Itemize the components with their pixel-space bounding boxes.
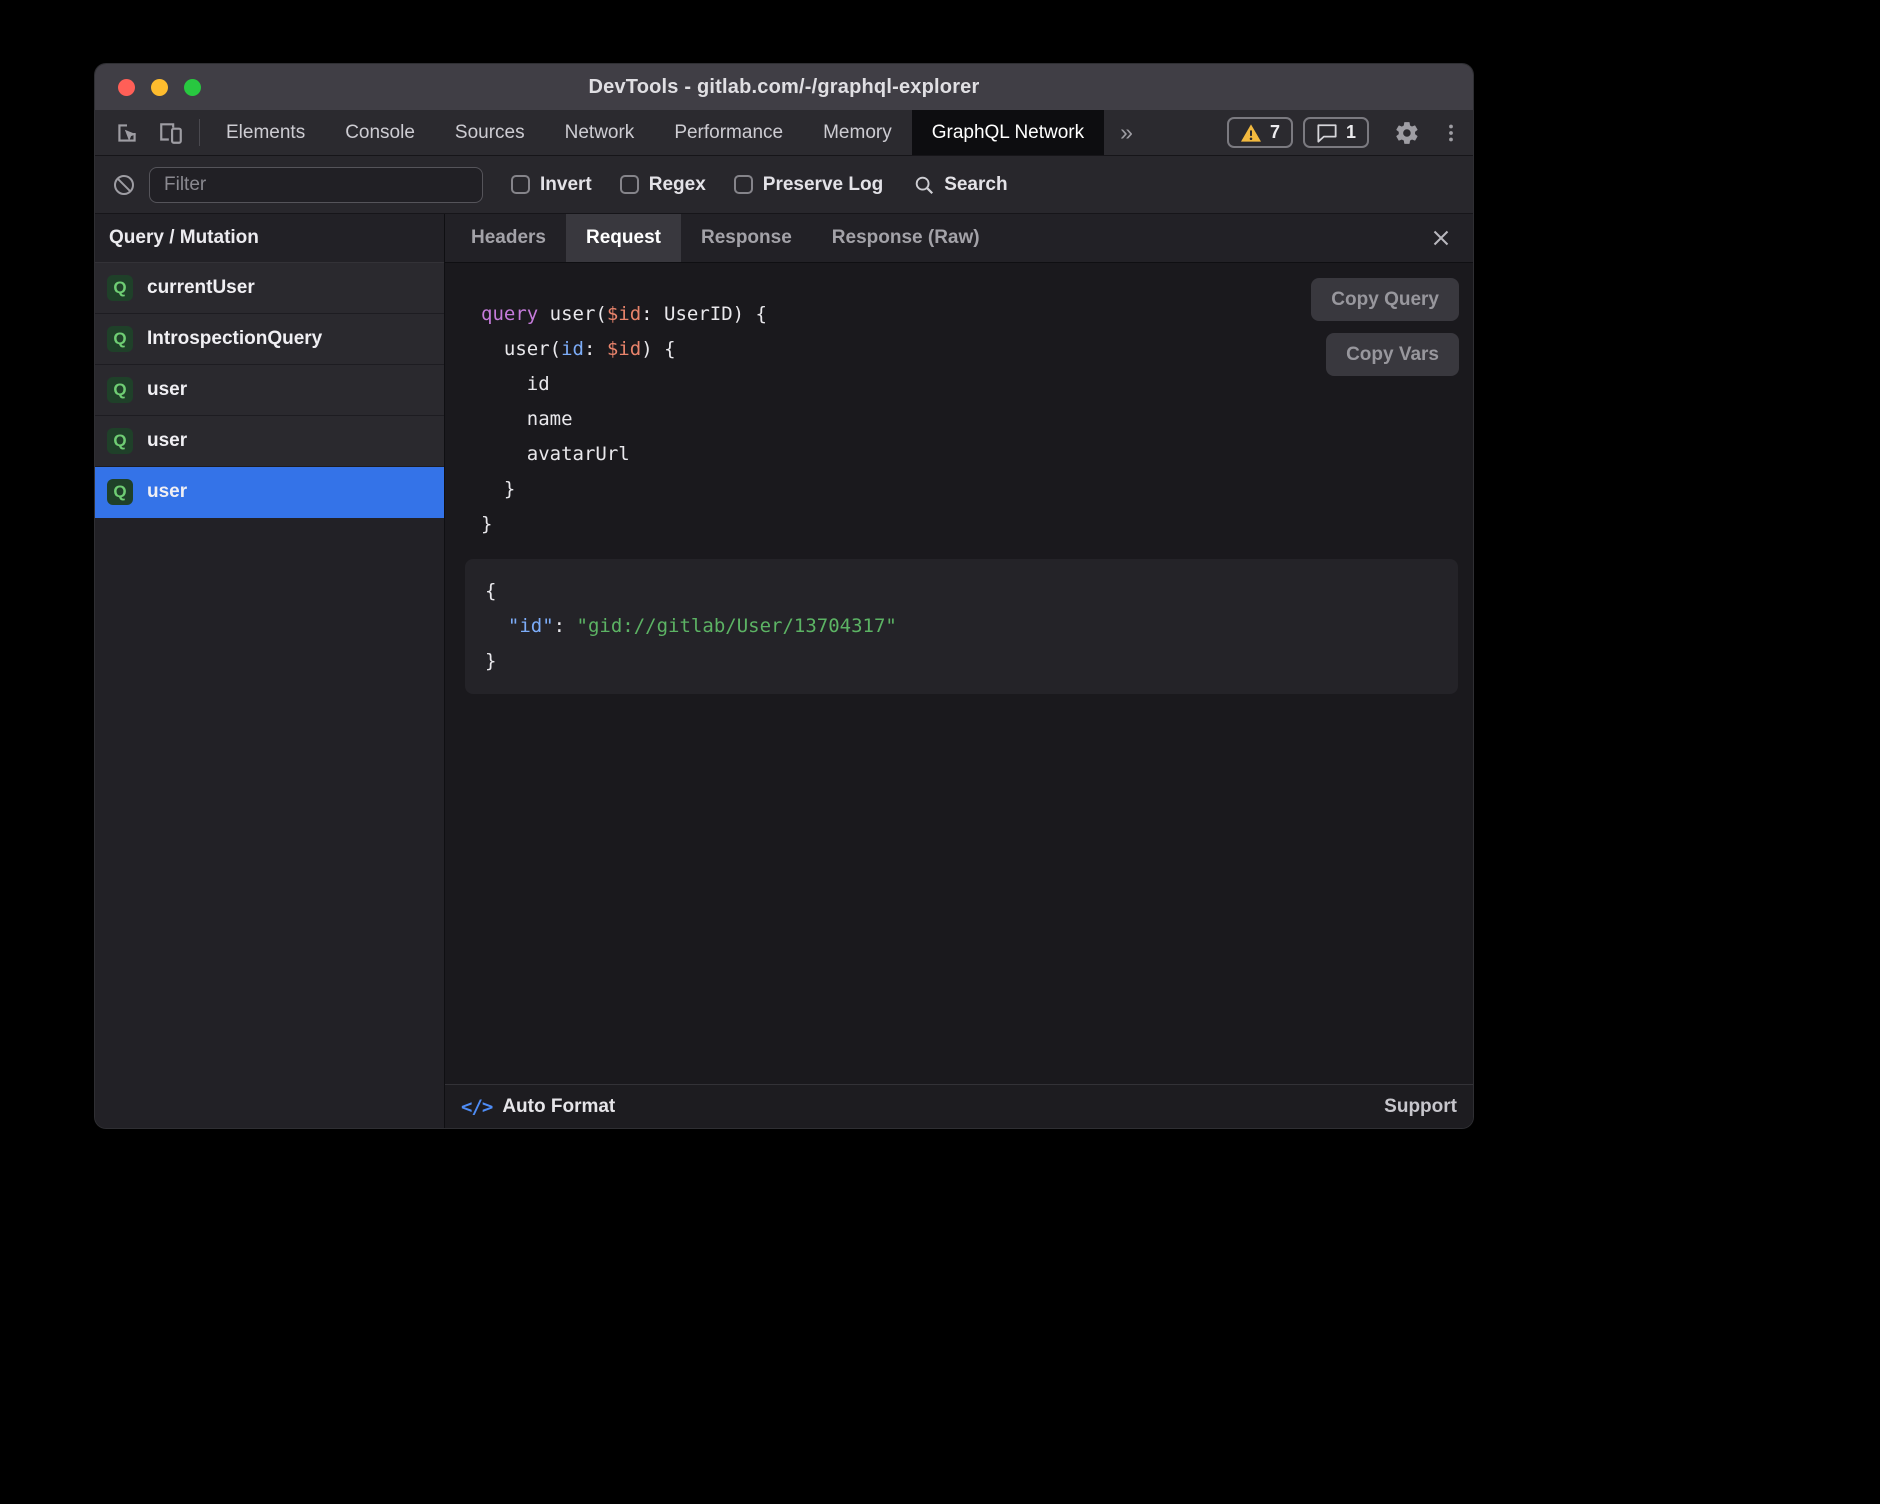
devtools-window: DevTools - gitlab.com/-/graphql-explorer… [94,63,1474,1129]
minimize-window-button[interactable] [151,79,168,96]
footer-bar: </> Auto Format Support [445,1084,1473,1128]
tab-elements[interactable]: Elements [206,110,325,155]
code-line: } [481,472,1437,507]
main-area: Query / Mutation QcurrentUserQIntrospect… [95,214,1473,1128]
copy-vars-button[interactable]: Copy Vars [1326,333,1459,376]
more-tabs-button[interactable]: » [1104,110,1149,155]
preserve-log-checkbox-label: Preserve Log [763,174,883,196]
messages-badge[interactable]: 1 [1303,117,1369,148]
request-list-header: Query / Mutation [95,214,444,263]
copy-query-button[interactable]: Copy Query [1311,278,1459,321]
checkbox-regex[interactable]: Regex [620,174,706,196]
support-link[interactable]: Support [1384,1096,1457,1118]
code-line: "id": "gid://gitlab/User/13704317" [485,609,1438,644]
tab-network[interactable]: Network [545,110,655,155]
messages-count: 1 [1346,122,1356,143]
request-list-item-currentuser[interactable]: QcurrentUser [95,263,444,314]
code-line: query user($id: UserID) { [481,297,1437,332]
chat-bubble-icon [1316,123,1338,143]
request-name: IntrospectionQuery [147,328,322,350]
variables-box: { "id": "gid://gitlab/User/13704317"} [465,559,1458,694]
code-line: id [481,367,1437,402]
warnings-badge[interactable]: 7 [1227,117,1293,148]
detail-tabs: HeadersRequestResponseResponse (Raw) [451,214,1000,262]
devtools-tabs: ElementsConsoleSourcesNetworkPerformance… [206,110,1104,155]
code-line: } [485,644,1438,679]
request-list-item-user[interactable]: Quser [95,416,444,467]
window-title: DevTools - gitlab.com/-/graphql-explorer [95,76,1473,99]
tab-graphql-network[interactable]: GraphQL Network [912,110,1104,155]
query-type-badge: Q [107,275,133,301]
filter-toolbar: Invert Regex Preserve Log Search [95,156,1473,214]
detail-tab-request[interactable]: Request [566,214,681,262]
detail-tabs-bar: HeadersRequestResponseResponse (Raw) [445,214,1473,263]
request-name: currentUser [147,277,255,299]
code-line: } [481,507,1437,542]
filter-checkboxes: Invert Regex Preserve Log [483,174,883,196]
code-line: avatarUrl [481,437,1437,472]
zoom-window-button[interactable] [184,79,201,96]
traffic-lights [118,79,201,96]
request-list: QcurrentUserQIntrospectionQueryQuserQuse… [95,263,444,518]
copy-buttons: Copy Query Copy Vars [1311,278,1459,376]
request-list-item-introspectionquery[interactable]: Q IntrospectionQuery [95,314,444,365]
clear-block-icon[interactable] [107,173,141,197]
detail-tab-response-raw[interactable]: Response (Raw) [812,214,1000,262]
titlebar: DevTools - gitlab.com/-/graphql-explorer [95,64,1473,110]
preserve-log-checkbox-box[interactable] [734,175,753,194]
warning-triangle-icon [1240,123,1262,143]
checkbox-invert[interactable]: Invert [511,174,592,196]
request-content: Copy Query Copy Vars query user($id: Use… [445,263,1473,1084]
query-type-badge: Q [107,326,133,352]
toolbar-badges: 7 1 [1227,110,1369,155]
invert-checkbox-label: Invert [540,174,592,196]
query-type-badge: Q [107,479,133,505]
checkbox-preserve-log[interactable]: Preserve Log [734,174,883,196]
tab-performance[interactable]: Performance [654,110,803,155]
invert-checkbox-box[interactable] [511,175,530,194]
regex-checkbox-label: Regex [649,174,706,196]
auto-format-button[interactable]: </> Auto Format [461,1096,615,1118]
code-line: { [485,574,1438,609]
search-label: Search [944,174,1007,196]
request-name: user [147,379,187,401]
request-list-item-user[interactable]: Quser [95,365,444,416]
detail-panel: HeadersRequestResponseResponse (Raw) Cop… [445,214,1473,1128]
settings-gear-icon[interactable] [1385,110,1429,155]
device-toolbar-icon[interactable] [149,110,193,155]
tab-console[interactable]: Console [325,110,435,155]
kebab-menu-icon[interactable] [1429,110,1473,155]
devtools-toolbar: ElementsConsoleSourcesNetworkPerformance… [95,110,1473,156]
code-line: name [481,402,1437,437]
request-list-panel: Query / Mutation QcurrentUserQIntrospect… [95,214,445,1128]
code-brackets-icon: </> [461,1096,492,1118]
search-icon [913,174,935,196]
request-name: user [147,481,187,503]
auto-format-label: Auto Format [502,1096,615,1118]
request-list-item-user[interactable]: Quser [95,467,444,518]
filter-input[interactable] [149,167,483,203]
search-control[interactable]: Search [913,174,1007,196]
detail-tab-headers[interactable]: Headers [451,214,566,262]
tab-memory[interactable]: Memory [803,110,912,155]
regex-checkbox-box[interactable] [620,175,639,194]
toolbar-spacer [1149,110,1227,155]
detail-tab-response[interactable]: Response [681,214,812,262]
warnings-count: 7 [1270,122,1280,143]
request-name: user [147,430,187,452]
tab-sources[interactable]: Sources [435,110,545,155]
query-type-badge: Q [107,428,133,454]
query-type-badge: Q [107,377,133,403]
inspect-element-icon[interactable] [105,110,149,155]
variables-code: { "id": "gid://gitlab/User/13704317"} [485,574,1438,679]
toolbar-divider [199,119,200,146]
close-panel-icon[interactable] [1425,222,1457,254]
close-window-button[interactable] [118,79,135,96]
code-line: user(id: $id) { [481,332,1437,367]
